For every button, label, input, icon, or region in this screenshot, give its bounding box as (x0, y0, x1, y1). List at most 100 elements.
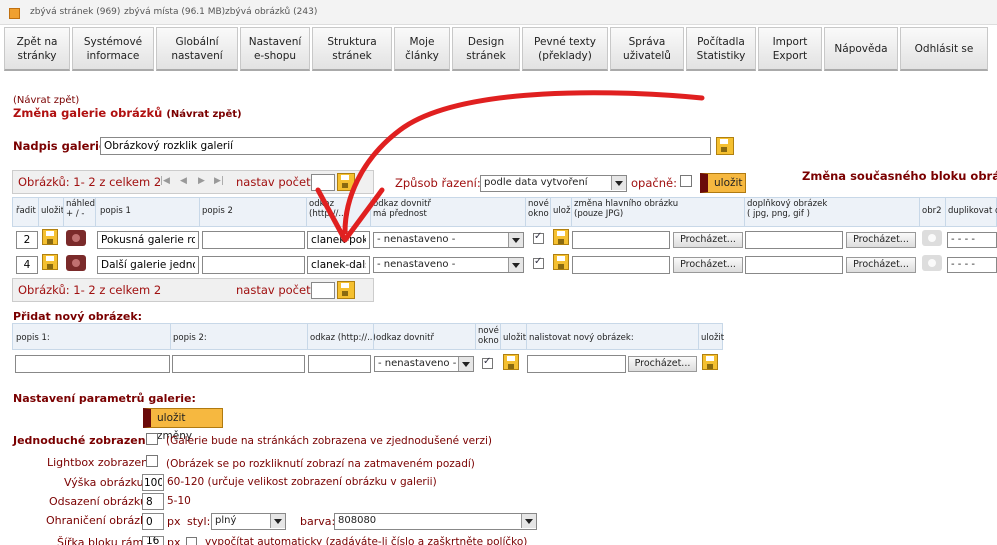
gallery-title-input[interactable] (100, 137, 711, 155)
col-duplicate: duplikovat d (948, 206, 997, 216)
new-save-icon[interactable] (503, 354, 519, 370)
border-unit: px (167, 515, 181, 528)
new-window-checkbox[interactable] (482, 356, 493, 369)
simple-checkbox[interactable] (146, 433, 158, 445)
row2-link-input[interactable] (307, 256, 370, 274)
row2-duplicate-select[interactable]: - - - - (947, 257, 997, 273)
new-save2-icon[interactable] (702, 354, 718, 370)
pager-count-input-bottom[interactable] (311, 282, 335, 299)
lightbox-label: Lightbox zobrazení (47, 456, 152, 469)
pager-first-icon[interactable]: |◀ (160, 176, 170, 186)
row1-browse2-button[interactable]: Procházet... (846, 232, 916, 248)
nav-page-design[interactable]: Design stránek (452, 27, 520, 71)
pager-count-input-top[interactable] (311, 174, 335, 191)
color-select[interactable]: 808080 (334, 513, 537, 530)
section-back-link[interactable]: (Návrat zpět) (166, 109, 241, 120)
row2-order-input[interactable] (16, 256, 38, 274)
border-input[interactable] (142, 513, 164, 530)
new-col-inner: odkaz dovnitř (376, 333, 434, 343)
chevron-down-icon (508, 258, 523, 272)
row2-browse-button[interactable]: Procházet... (673, 257, 743, 273)
home-icon[interactable] (9, 8, 20, 19)
row1-img2-icon[interactable] (922, 230, 942, 246)
col-preview: náhled + / - (66, 199, 95, 219)
height-input[interactable] (142, 474, 164, 491)
offset-note: 5-10 (167, 495, 191, 507)
save-title-icon[interactable] (716, 137, 734, 155)
row1-desc2-input[interactable] (202, 231, 305, 249)
offset-label: Odsazení obrázku: (49, 495, 151, 508)
sort-select[interactable]: podle data vytvoření (480, 175, 627, 192)
simple-note: (Galerie bude na stránkách zobrazena ve … (166, 435, 492, 447)
row2-desc2-input[interactable] (202, 256, 305, 274)
back-link-top[interactable]: (Návrat zpět) (13, 95, 79, 106)
new-upload-input[interactable] (527, 355, 626, 373)
new-image-title: Přidat nový obrázek: (13, 310, 143, 323)
row1-save2-icon[interactable] (553, 229, 569, 245)
nav-my-articles[interactable]: Moje články (394, 27, 450, 71)
pager-last-icon[interactable]: ▶| (214, 176, 224, 186)
chevron-down-icon (508, 233, 523, 247)
row2-preview-icon[interactable] (66, 255, 86, 271)
row1-link-input[interactable] (307, 231, 370, 249)
row1-order-input[interactable] (16, 231, 38, 249)
row2-save-icon[interactable] (42, 254, 58, 270)
row1-inner-select[interactable]: - nenastaveno - (373, 232, 524, 248)
pager-next-icon[interactable]: ▶ (198, 176, 205, 186)
col-link: odkaz (http://...) (309, 199, 350, 219)
row2-browse2-button[interactable]: Procházet... (846, 257, 916, 273)
nav-page-structure[interactable]: Struktura stránek (312, 27, 392, 71)
row2-main-image-input[interactable] (572, 256, 670, 274)
new-inner-select[interactable]: - nenastaveno - (374, 356, 474, 372)
frame-input[interactable] (142, 536, 164, 545)
offset-input[interactable] (142, 493, 164, 510)
row2-desc1-input[interactable] (97, 256, 199, 274)
row2-extra-image-input[interactable] (745, 256, 843, 274)
row1-new-window-checkbox[interactable] (533, 231, 544, 244)
row1-inner-value: - nenastaveno - (377, 234, 456, 245)
nav-logout[interactable]: Odhlásit se (900, 27, 988, 71)
row1-duplicate-select[interactable]: - - - - (947, 232, 997, 248)
nav-statistics[interactable]: Počítadla Statistiky (686, 27, 756, 71)
chevron-down-icon (458, 357, 473, 371)
pager-save-icon-top[interactable] (337, 173, 355, 191)
section-title-text: Změna galerie obrázků (13, 106, 163, 120)
row1-desc1-input[interactable] (97, 231, 199, 249)
row1-browse-button[interactable]: Procházet... (673, 232, 743, 248)
new-desc2-input[interactable] (172, 355, 305, 373)
sort-save-button[interactable]: uložit (700, 173, 746, 193)
new-link-input[interactable] (308, 355, 371, 373)
new-desc1-input[interactable] (15, 355, 170, 373)
row2-img2-icon[interactable] (922, 255, 942, 271)
new-col-save2: uložit (701, 333, 725, 343)
sort-reverse-checkbox[interactable] (680, 175, 692, 187)
nav-eshop-settings[interactable]: Nastavení e-shopu (240, 27, 310, 71)
row2-new-window-checkbox[interactable] (533, 256, 544, 269)
style-select[interactable]: plný (211, 513, 286, 530)
pager-prev-icon[interactable]: ◀ (180, 176, 187, 186)
nav-import-export[interactable]: Import Export (758, 27, 822, 71)
row1-extra-image-input[interactable] (745, 231, 843, 249)
nav-fixed-texts[interactable]: Pevné texty (překlady) (522, 27, 608, 71)
lightbox-checkbox[interactable] (146, 455, 158, 467)
row1-save-icon[interactable] (42, 229, 58, 245)
chevron-down-icon (611, 176, 626, 190)
row1-main-image-input[interactable] (572, 231, 670, 249)
row2-inner-select[interactable]: - nenastaveno - (373, 257, 524, 273)
height-note: 60-120 (určuje velikost zobrazení obrázk… (167, 476, 437, 488)
row2-inner-value: - nenastaveno - (377, 259, 456, 270)
nav-help[interactable]: Nápověda (824, 27, 898, 71)
nav-global-settings[interactable]: Globální nastavení (156, 27, 238, 71)
nav-back-to-pages[interactable]: Zpět na stránky (4, 27, 70, 71)
frame-auto-checkbox[interactable] (186, 537, 197, 545)
nav-user-management[interactable]: Správa uživatelů (610, 27, 684, 71)
new-col-upload: nalistovat nový obrázek: (529, 333, 634, 343)
row1-preview-icon[interactable] (66, 230, 86, 246)
pager-save-icon-bottom[interactable] (337, 281, 355, 299)
new-browse-button[interactable]: Procházet... (628, 356, 697, 372)
images-remaining: zbývá obrázků (243) (225, 7, 318, 17)
row2-save2-icon[interactable] (553, 254, 569, 270)
params-save-button[interactable]: uložit změny (143, 408, 223, 442)
new-col-link: odkaz (http://..) (310, 333, 376, 343)
nav-system-info[interactable]: Systémové informace (72, 27, 154, 71)
